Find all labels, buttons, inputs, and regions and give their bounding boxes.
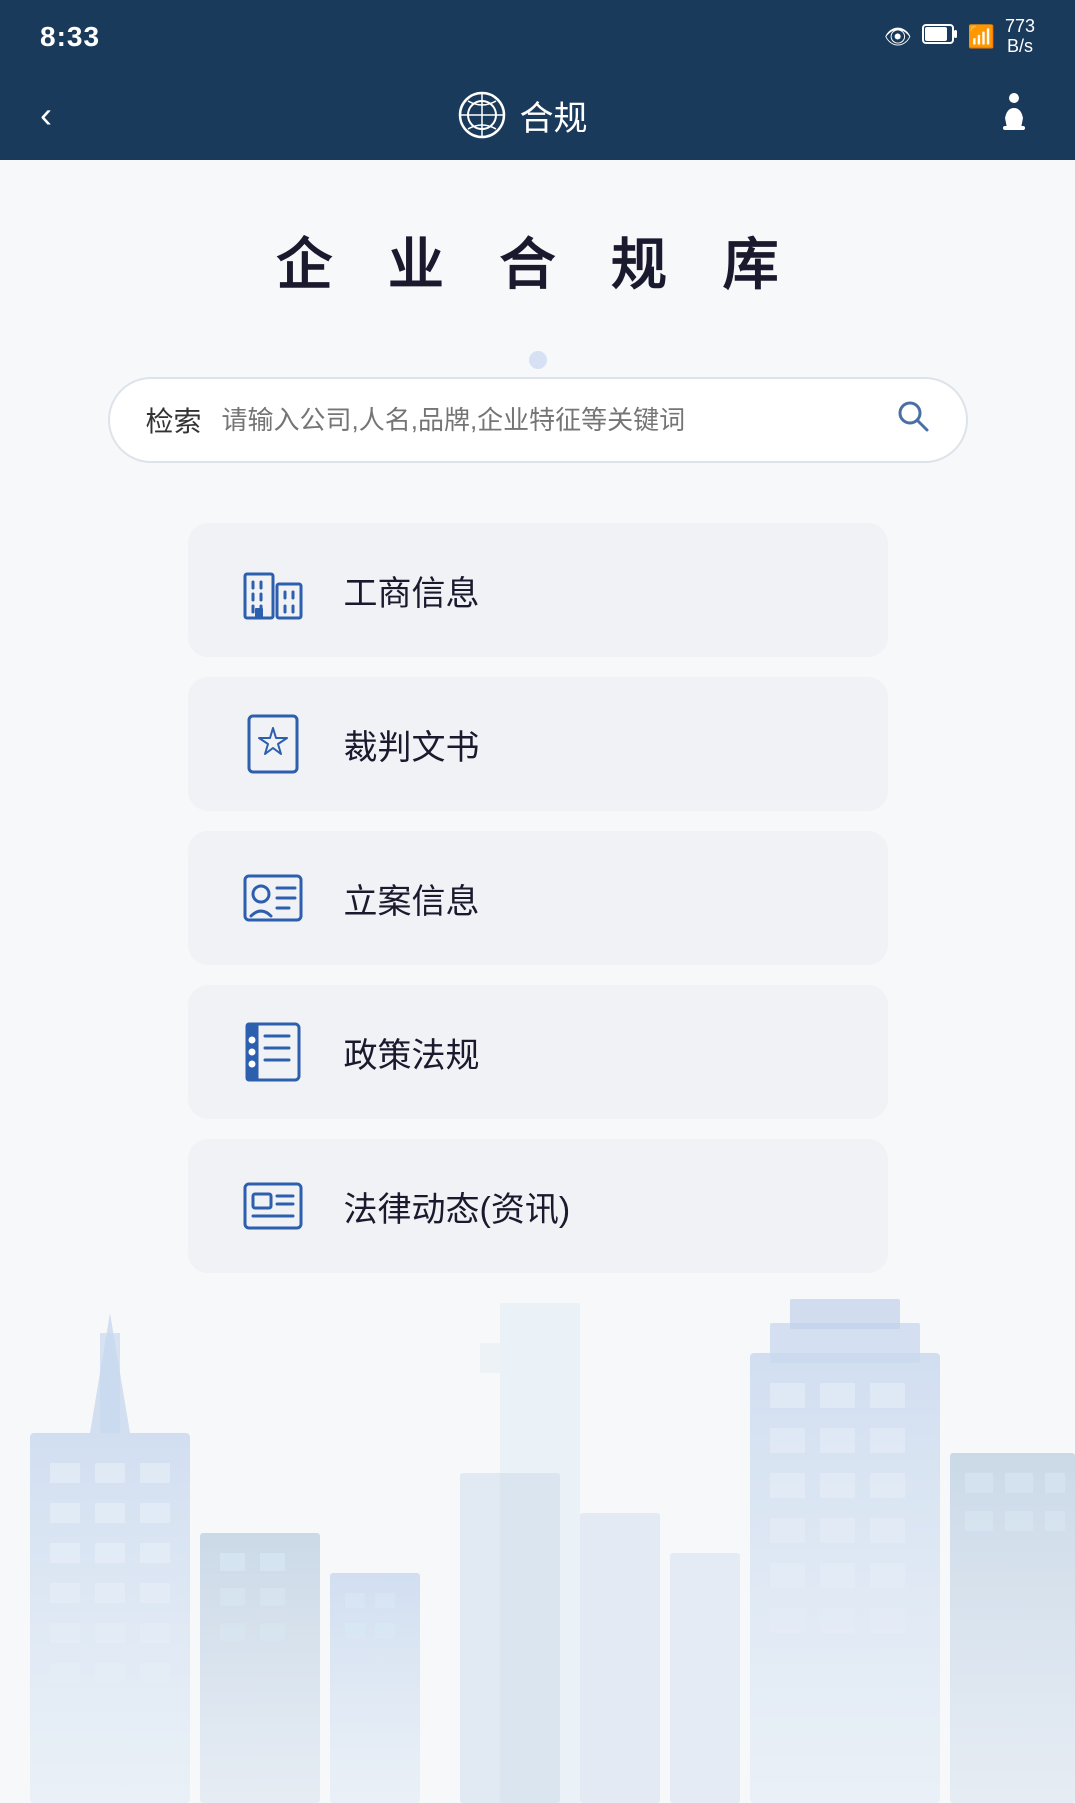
menu-item-case-info[interactable]: 立案信息 [188, 831, 888, 965]
status-time: 8:33 [40, 21, 100, 53]
cityscape-illustration [0, 1253, 1075, 1803]
avatar-icon[interactable] [993, 90, 1035, 141]
search-input[interactable] [222, 405, 876, 436]
menu-list: 工商信息 裁判文书 [188, 523, 888, 1273]
signal-text: 773B/s [1005, 17, 1035, 57]
app-title: 合规 [520, 91, 588, 140]
status-bar: 8:33 👁 📶 773B/s [0, 0, 1075, 70]
bookmark-star-icon [238, 709, 308, 779]
status-icons: 👁 📶 773B/s [884, 17, 1035, 57]
search-label: 检索 [146, 400, 202, 440]
menu-item-policy-law[interactable]: 政策法规 [188, 985, 888, 1119]
menu-item-court-doc[interactable]: 裁判文书 [188, 677, 888, 811]
menu-label-policy-law: 政策法规 [344, 1028, 480, 1077]
back-button[interactable]: ‹ [40, 94, 52, 136]
id-card-icon [238, 863, 308, 933]
wifi-icon: 📶 [968, 24, 995, 50]
menu-label-court-doc: 裁判文书 [344, 720, 480, 769]
eye-icon: 👁 [884, 24, 912, 50]
menu-label-legal-news: 法律动态(资讯) [344, 1182, 571, 1231]
battery-icon [922, 23, 958, 51]
menu-label-business-info: 工商信息 [344, 566, 480, 615]
archive-icon [238, 1017, 308, 1087]
main-content: 企 业 合 规 库 检索 [0, 160, 1075, 1803]
app-logo [458, 91, 506, 139]
news-card-icon [238, 1171, 308, 1241]
search-icon[interactable] [896, 399, 930, 441]
title-decoration [529, 351, 547, 369]
search-container: 检索 [108, 377, 968, 463]
nav-title: 合规 [458, 91, 588, 140]
page-title: 企 业 合 规 库 [80, 220, 995, 301]
menu-item-business-info[interactable]: 工商信息 [188, 523, 888, 657]
menu-label-case-info: 立案信息 [344, 874, 480, 923]
nav-bar: ‹ 合规 [0, 70, 1075, 160]
building-icon [238, 555, 308, 625]
search-bar[interactable]: 检索 [108, 377, 968, 463]
